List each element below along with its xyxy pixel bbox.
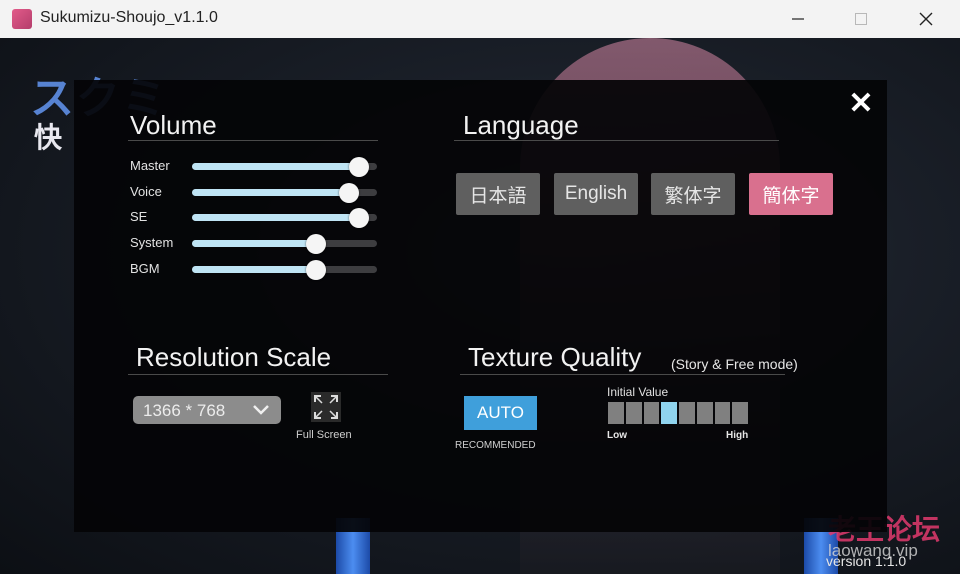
language-button-english[interactable]: English (554, 173, 638, 215)
quality-level-6[interactable] (696, 402, 713, 424)
quality-level-2[interactable] (625, 402, 642, 424)
app-icon (12, 9, 32, 29)
quality-level-4[interactable] (661, 402, 677, 424)
version-label: version 1.1.0 (826, 553, 907, 569)
minimize-icon (792, 18, 804, 20)
system-slider[interactable] (192, 234, 377, 254)
master-slider[interactable] (192, 157, 377, 177)
voice-slider[interactable] (192, 183, 377, 203)
minimize-button[interactable] (775, 0, 821, 38)
language-heading: Language (463, 110, 579, 140)
texture-subheading: (Story & Free mode) (671, 356, 798, 372)
title-bar: Sukumizu-Shoujo_v1.1.0 (0, 0, 960, 39)
slider-knob[interactable] (305, 234, 326, 254)
slider-fill (192, 266, 316, 273)
window-title: Sukumizu-Shoujo_v1.1.0 (40, 9, 218, 26)
quality-level-8[interactable] (732, 402, 748, 424)
quality-level-5[interactable] (679, 402, 695, 424)
language-button-simplified-chinese[interactable]: 簡体字 (749, 173, 833, 215)
resolution-divider (128, 374, 388, 375)
language-divider (454, 140, 779, 141)
initial-value-label: Initial Value (607, 385, 669, 399)
slider-label-master: Master (130, 158, 170, 173)
quality-level-7[interactable] (714, 402, 731, 424)
volume-heading: Volume (130, 110, 217, 140)
close-window-button[interactable] (903, 0, 949, 38)
quality-level-bar[interactable] (608, 402, 748, 424)
slider-label-se: SE (130, 209, 148, 224)
maximize-icon (855, 13, 867, 25)
language-button-japanese[interactable]: 日本語 (456, 173, 540, 215)
bgm-slider[interactable] (192, 260, 377, 280)
settings-close-button[interactable]: ✕ (844, 86, 878, 120)
se-slider[interactable] (192, 208, 377, 228)
texture-heading: Texture Quality (468, 342, 642, 372)
slider-knob[interactable] (348, 157, 369, 177)
resolution-value: 1366 * 768 (143, 401, 226, 420)
maximize-button[interactable] (838, 0, 884, 38)
quality-low-label: Low (607, 430, 627, 441)
slider-knob[interactable] (348, 208, 369, 228)
language-button-traditional-chinese[interactable]: 繁体字 (651, 173, 735, 215)
slider-label-voice: Voice (130, 184, 162, 199)
quality-level-3[interactable] (643, 402, 660, 424)
fullscreen-label: Full Screen (296, 429, 352, 441)
quality-level-1[interactable] (608, 402, 624, 424)
resolution-dropdown[interactable]: 1366 * 768 (133, 396, 281, 424)
volume-divider (128, 140, 378, 141)
slider-label-bgm: BGM (130, 261, 160, 276)
auto-quality-button[interactable]: AUTO (464, 396, 537, 430)
close-x-icon: ✕ (848, 86, 874, 120)
slider-fill (192, 240, 316, 247)
slider-fill (192, 163, 359, 170)
fullscreen-icon (311, 392, 341, 422)
slider-label-system: System (130, 235, 174, 250)
settings-panel: ✕ Volume Master Voice SE System BGM Lang… (74, 80, 887, 532)
slider-fill (192, 189, 350, 196)
slider-knob[interactable] (305, 260, 326, 280)
slider-knob[interactable] (339, 183, 360, 203)
quality-high-label: High (726, 430, 749, 441)
chevron-down-icon (253, 405, 269, 415)
recommended-label: RECOMMENDED (455, 440, 536, 451)
game-viewport: スクミ 快 老王论坛 laowang.vip version 1.1.0 ✕ V… (0, 38, 960, 574)
background-logo-sub: 快 (34, 122, 63, 153)
resolution-heading: Resolution Scale (136, 342, 332, 372)
fullscreen-button[interactable] (311, 392, 341, 422)
close-icon (919, 12, 933, 26)
texture-divider (460, 374, 785, 375)
slider-fill (192, 214, 359, 221)
